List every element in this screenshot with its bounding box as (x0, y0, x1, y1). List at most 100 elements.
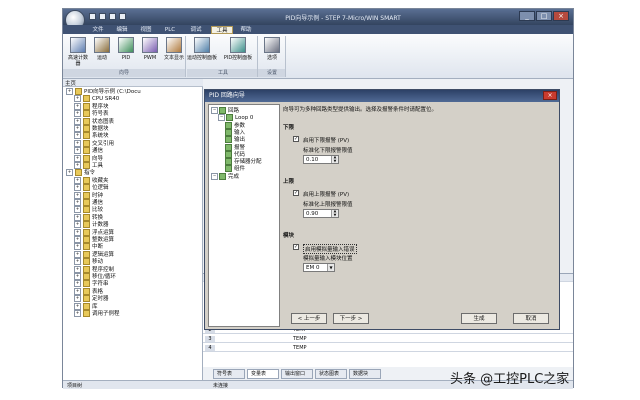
menu-0[interactable]: 文件 (87, 26, 109, 34)
expand-icon[interactable]: + (74, 258, 81, 266)
expand-icon[interactable]: + (74, 228, 81, 236)
ribbon-button-7[interactable]: 选项 (261, 37, 283, 67)
low-limit-stepper[interactable]: 0.10 ▲ ▼ (303, 155, 339, 164)
expand-icon[interactable]: + (74, 287, 81, 295)
tree-item[interactable]: + 比较 (74, 206, 204, 214)
expand-icon[interactable]: + (74, 265, 81, 273)
bottom-tab-2[interactable]: 输出窗口 (281, 369, 313, 379)
expand-icon[interactable]: + (74, 162, 81, 169)
wizard-tree-item[interactable]: − 完成 (211, 172, 279, 180)
tree-item[interactable]: + CPU SR40 (74, 95, 204, 103)
expand-icon[interactable]: + (74, 295, 81, 303)
prev-button[interactable]: < 上一步 (291, 313, 327, 324)
tree-item[interactable]: + 符号表 (74, 110, 204, 118)
expand-icon[interactable]: + (74, 191, 81, 199)
expand-icon[interactable]: − (211, 107, 218, 114)
open-file-icon[interactable] (99, 13, 106, 20)
expand-icon[interactable]: + (74, 110, 81, 118)
menu-2[interactable]: 视图 (135, 26, 157, 34)
expand-icon[interactable]: + (74, 125, 81, 132)
tree-item[interactable]: + 移位/循环 (74, 273, 204, 280)
expand-icon[interactable]: + (74, 184, 81, 192)
expand-icon[interactable]: + (74, 273, 81, 280)
menu-6[interactable]: 帮助 (235, 26, 257, 34)
module-position-select[interactable]: EM 0 ▼ (303, 263, 335, 272)
tree-item[interactable]: + 浮点运算 (74, 228, 204, 236)
ribbon-button-1[interactable]: 运动 (91, 37, 113, 67)
maximize-icon[interactable]: □ (536, 11, 552, 21)
expand-icon[interactable]: + (74, 236, 81, 243)
expand-icon[interactable]: + (74, 250, 81, 258)
bottom-tab-3[interactable]: 状态图表 (315, 369, 347, 379)
tree-item[interactable]: + 移动 (74, 258, 204, 266)
expand-icon[interactable]: − (218, 114, 225, 122)
ribbon-button-3[interactable]: PWM (139, 37, 161, 67)
expand-icon[interactable]: + (74, 243, 81, 251)
expand-icon[interactable]: − (211, 172, 218, 180)
expand-icon[interactable]: + (66, 169, 73, 177)
table-row[interactable]: 4 TEMP (203, 344, 573, 352)
ribbon-button-6[interactable]: PID控制面板 (223, 37, 253, 67)
tree-item[interactable]: + 时钟 (74, 191, 204, 199)
spin-arrows-icon[interactable]: ▲ ▼ (331, 209, 338, 217)
cancel-button[interactable]: 取消 (513, 313, 549, 324)
ribbon-button-0[interactable]: 高速计数器 (67, 37, 89, 67)
tree-item[interactable]: + 库 (74, 302, 204, 310)
ribbon-button-2[interactable]: PID (115, 37, 137, 67)
tree-item[interactable]: + 状态图表 (74, 117, 204, 125)
tree-item[interactable]: + 调用子例程 (74, 310, 204, 317)
tree-item[interactable]: + 通信 (74, 147, 204, 155)
expand-icon[interactable]: + (74, 147, 81, 155)
high-alarm-checkbox[interactable]: ✓ (293, 190, 299, 196)
menu-5[interactable]: 工具 (211, 26, 233, 34)
menu-4[interactable]: 调试 (185, 26, 207, 34)
tree-item[interactable]: + 中断 (74, 243, 204, 251)
tree-item[interactable]: + 转换 (74, 213, 204, 221)
tree-item[interactable]: + 工具 (74, 162, 204, 169)
tree-item[interactable]: + 程序控制 (74, 265, 204, 273)
tree-item[interactable]: + 定时器 (74, 295, 204, 303)
expand-icon[interactable]: + (74, 221, 81, 229)
tree-item[interactable]: + 指令 (66, 169, 196, 177)
expand-icon[interactable]: + (74, 302, 81, 310)
expand-icon[interactable]: + (74, 102, 81, 110)
next-button[interactable]: 下一步 > (333, 313, 369, 324)
expand-icon[interactable]: + (74, 280, 81, 288)
tree-item[interactable]: + 交叉引用 (74, 139, 204, 147)
expand-icon[interactable]: + (74, 206, 81, 214)
tree-item[interactable]: + 向导 (74, 154, 204, 162)
expand-icon[interactable]: + (74, 176, 81, 184)
save-icon[interactable] (109, 13, 116, 20)
tree-item[interactable]: + 位逻辑 (74, 184, 204, 192)
minimize-icon[interactable]: _ (519, 11, 535, 21)
tree-item[interactable]: + 收藏夹 (74, 176, 204, 184)
bottom-tab-4[interactable]: 数据块 (349, 369, 381, 379)
wizard-tree-item[interactable]: − Loop 0 (218, 114, 286, 122)
expand-icon[interactable]: + (74, 154, 81, 162)
tree-item[interactable]: + PID向导示例 (C:\Docu (66, 88, 196, 95)
chevron-down-icon[interactable]: ▼ (327, 264, 334, 271)
expand-icon[interactable]: + (74, 132, 81, 140)
tree-item[interactable]: + 计数器 (74, 221, 204, 229)
new-file-icon[interactable] (89, 13, 96, 20)
spin-arrows-icon[interactable]: ▲ ▼ (331, 155, 338, 163)
generate-button[interactable]: 生成 (461, 313, 497, 324)
expand-icon[interactable]: + (74, 199, 81, 206)
ribbon-button-4[interactable]: 文本显示 (163, 37, 185, 67)
expand-icon[interactable]: + (74, 95, 81, 103)
table-row[interactable]: 3 TEMP (203, 335, 573, 343)
module-error-checkbox[interactable]: ✓ (293, 244, 299, 250)
ribbon-button-5[interactable]: 运动控制面板 (187, 37, 217, 67)
tree-item[interactable]: + 系统块 (74, 132, 204, 140)
tree-item[interactable]: + 通信 (74, 199, 204, 206)
close-icon[interactable]: × (553, 11, 569, 21)
expand-icon[interactable]: + (74, 139, 81, 147)
tree-item[interactable]: + 逻辑运算 (74, 250, 204, 258)
bottom-tab-1[interactable]: 变量表 (247, 369, 279, 379)
expand-icon[interactable]: + (74, 117, 81, 125)
menu-3[interactable]: PLC (159, 26, 181, 34)
dialog-close-icon[interactable]: × (543, 91, 557, 100)
tree-item[interactable]: + 表格 (74, 287, 204, 295)
low-alarm-checkbox[interactable]: ✓ (293, 136, 299, 142)
bottom-tab-0[interactable]: 符号表 (213, 369, 245, 379)
